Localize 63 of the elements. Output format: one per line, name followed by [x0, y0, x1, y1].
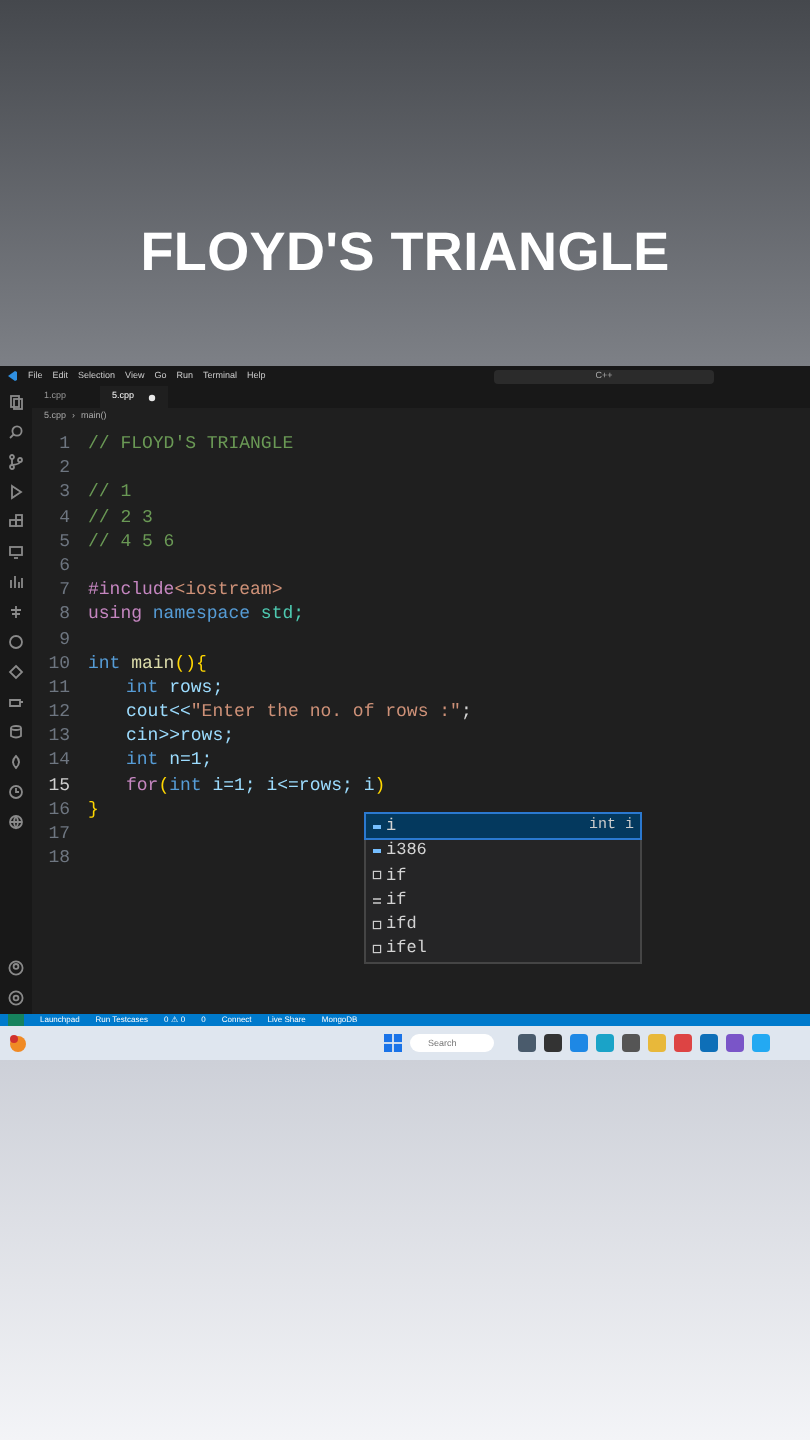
app-logo-icon	[6, 370, 18, 382]
line-number: 5	[57, 529, 72, 554]
variable-icon	[372, 821, 382, 832]
code-line: cout<<"Enter the no. of rows :";	[124, 700, 472, 725]
code-line: #include<iostream>	[88, 578, 283, 603]
code-line: // 1	[88, 480, 132, 506]
code-line: int main(){	[88, 651, 207, 676]
snippet-icon	[372, 919, 382, 930]
settings-icon[interactable]	[8, 990, 24, 1006]
video-title: FLOYD'S TRIANGLE	[140, 220, 670, 286]
monitor-icon[interactable]	[8, 544, 24, 560]
code-line: int rows;	[124, 675, 224, 701]
line-number: 7	[57, 578, 72, 603]
clock-icon[interactable]	[8, 784, 24, 800]
line-number: 12	[46, 700, 72, 725]
line-number: 1	[57, 432, 72, 457]
code-line: int n=1;	[124, 748, 213, 774]
snippet-icon	[372, 944, 382, 955]
line-number: 2	[57, 456, 72, 481]
suggestion-item[interactable]: ifd	[366, 912, 640, 937]
snippet-icon	[372, 870, 382, 881]
blocks-icon[interactable]	[8, 514, 24, 530]
suggestion-item[interactable]: if	[366, 863, 640, 888]
suggestion-item[interactable]: i386	[366, 838, 640, 864]
keyword-icon	[372, 895, 382, 906]
line-number: 18	[46, 846, 72, 871]
branch-icon[interactable]	[8, 454, 24, 470]
line-number: 13	[46, 724, 72, 749]
suggestion-item[interactable]: if	[366, 887, 640, 913]
line-number: 10	[46, 651, 72, 676]
database-icon[interactable]	[8, 724, 24, 740]
unsaved-dot-icon	[148, 393, 156, 401]
code-line: for(int i=1; i<=rows; i)	[124, 773, 386, 798]
variable-icon	[372, 845, 382, 856]
line-number: 3	[57, 480, 72, 506]
windows-logo-icon[interactable]	[384, 1034, 402, 1052]
globe-icon[interactable]	[8, 814, 24, 830]
code-line: cin>>rows;	[124, 724, 235, 749]
chart-icon[interactable]	[8, 574, 24, 590]
app-icon[interactable]	[726, 1034, 744, 1052]
code-line: // 2 3	[88, 505, 153, 530]
account-icon[interactable]	[8, 960, 24, 976]
line-number: 4	[57, 505, 72, 530]
weather-icon	[8, 1033, 28, 1053]
circle-icon[interactable]	[8, 634, 24, 650]
play-icon[interactable]	[8, 484, 24, 500]
line-number: 6	[57, 553, 72, 579]
code-line: // FLOYD'S TRIANGLE	[88, 432, 294, 457]
line-number: 9	[57, 627, 72, 652]
line-number: 11	[46, 675, 72, 701]
search-icon[interactable]	[8, 424, 24, 440]
diamond-icon[interactable]	[8, 664, 24, 680]
line-number: 16	[46, 797, 72, 822]
files-icon[interactable]	[8, 394, 24, 410]
suggestion-item[interactable]: ifel	[366, 936, 640, 962]
line-number: 14	[46, 748, 72, 774]
leaf-icon[interactable]	[8, 754, 24, 770]
line-number: 8	[57, 602, 72, 627]
code-line: }	[88, 797, 99, 822]
line-number: 15	[46, 773, 72, 798]
code-line: using namespace std;	[88, 602, 305, 627]
code-line: // 4 5 6	[88, 529, 175, 554]
line-number: 17	[46, 822, 72, 847]
